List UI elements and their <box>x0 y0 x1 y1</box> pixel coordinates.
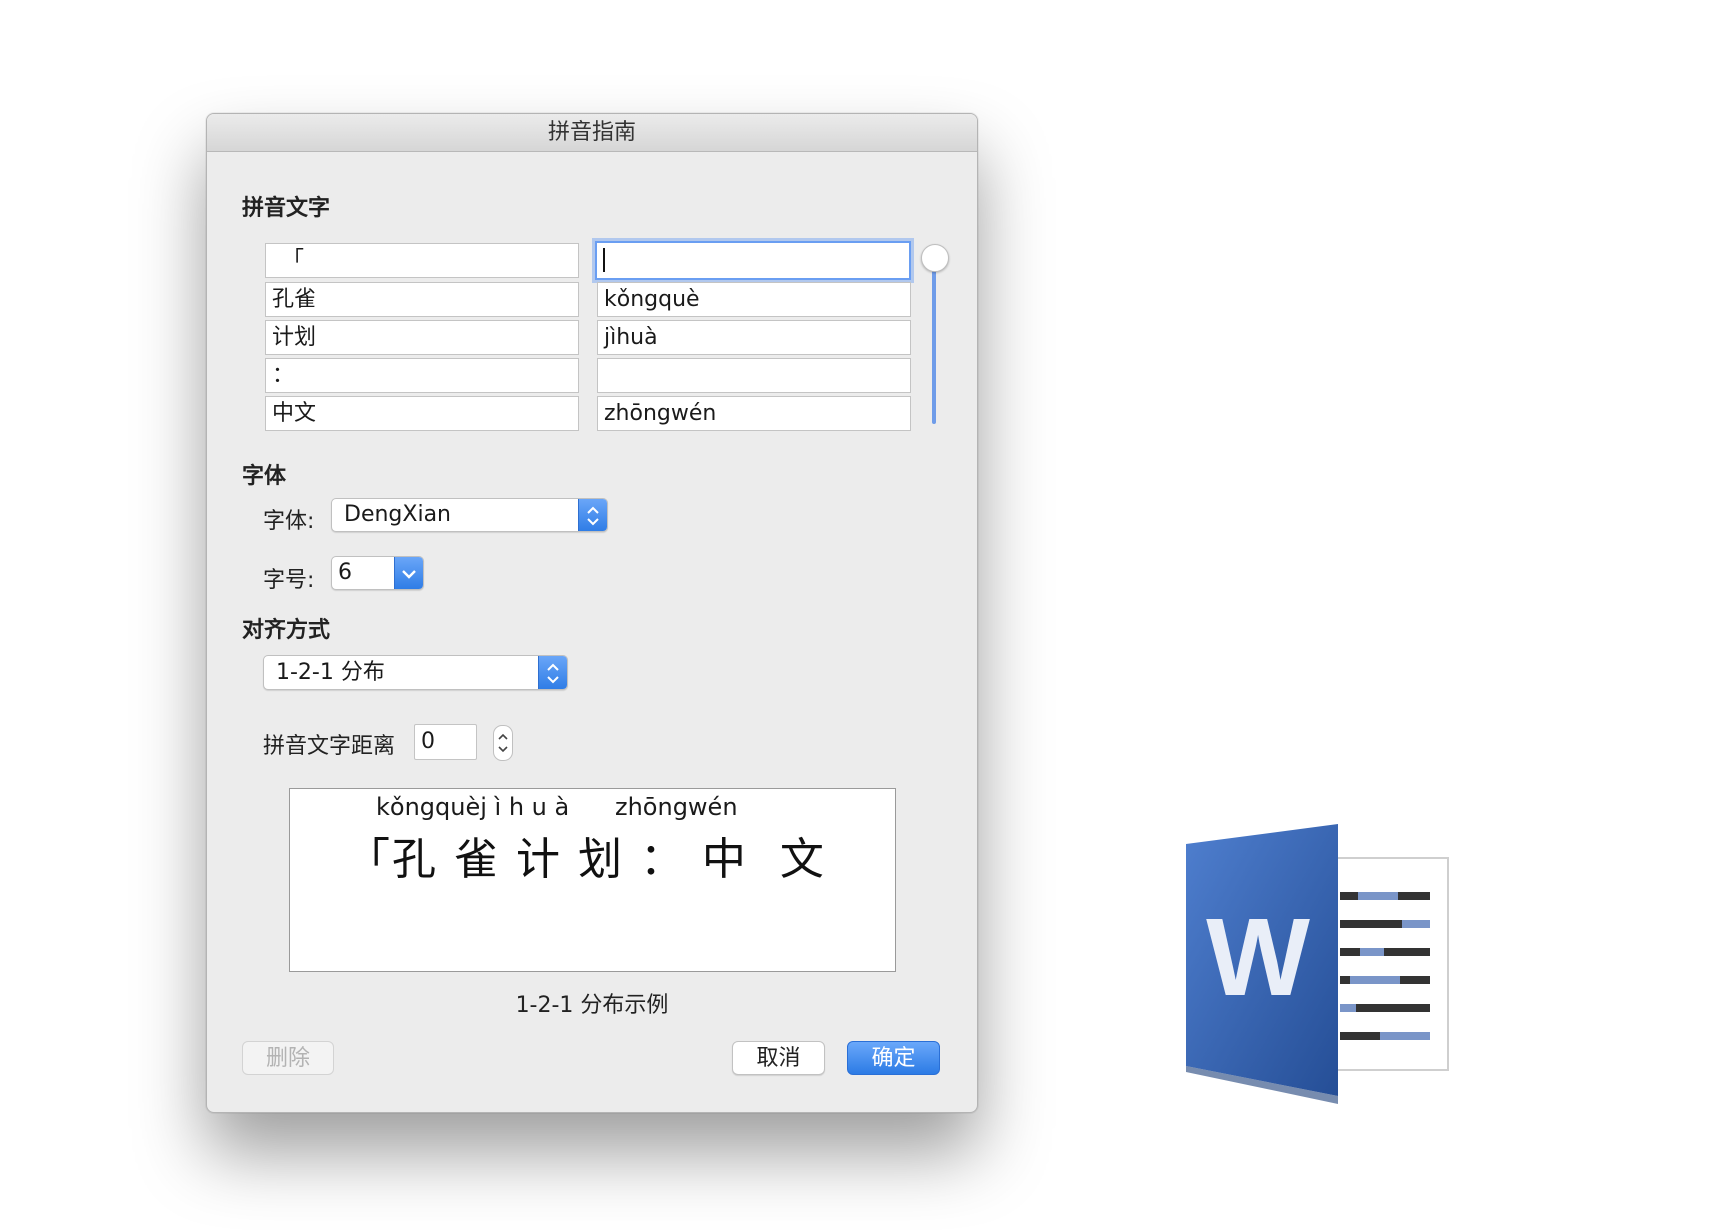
offset-input[interactable]: 0 <box>414 724 477 760</box>
size-label: 字号: <box>263 568 315 593</box>
phonetic-guide-dialog: 拼音指南 拼音文字 「 孔雀 kǒngquè 计划 jìhuà ： 中文 zhō… <box>206 113 978 1113</box>
font-section-title: 字体 <box>242 464 287 489</box>
offset-value: 0 <box>421 729 435 754</box>
updown-chevron-icon <box>578 499 607 531</box>
cancel-button[interactable]: 取消 <box>732 1041 825 1075</box>
base-text-1: 「 <box>282 248 305 273</box>
base-text-2: 孔雀 <box>272 287 317 312</box>
font-select[interactable]: DengXian <box>331 498 608 532</box>
align-section-title: 对齐方式 <box>242 618 331 643</box>
ok-button[interactable]: 确定 <box>847 1041 940 1075</box>
chevron-down-icon[interactable] <box>394 557 423 589</box>
updown-chevron-icon <box>538 656 567 689</box>
ruby-text-3: jìhuà <box>604 325 658 350</box>
scroll-knob[interactable] <box>921 244 949 272</box>
pinyin-section-title: 拼音文字 <box>242 196 331 221</box>
delete-button[interactable]: 删除 <box>242 1041 334 1075</box>
base-text-3: 计划 <box>272 325 317 350</box>
ruby-text-cell-1[interactable] <box>595 241 911 280</box>
base-text-cell-5[interactable]: 中文 <box>265 396 579 431</box>
microsoft-word-icon: W <box>1180 820 1460 1110</box>
ruby-text-cell-3[interactable]: jìhuà <box>597 320 911 355</box>
offset-label: 拼音文字距离 <box>263 734 396 759</box>
size-combobox[interactable]: 6 <box>331 556 424 590</box>
alignment-select-value: 1-2-1 分布 <box>276 660 385 685</box>
base-text-4: ： <box>272 363 295 388</box>
text-caret <box>603 248 605 272</box>
offset-stepper[interactable] <box>493 725 513 761</box>
font-select-value: DengXian <box>344 502 451 527</box>
ruby-text-2: kǒngquè <box>604 287 700 312</box>
preview-caption: 1-2-1 分布示例 <box>515 993 669 1018</box>
ruby-text-cell-5[interactable]: zhōngwén <box>597 396 911 431</box>
base-text-cell-4[interactable]: ： <box>265 358 579 393</box>
base-text-5: 中文 <box>272 401 317 426</box>
ruby-text-5: zhōngwén <box>604 401 717 426</box>
stepper-arrows-icon <box>498 733 508 753</box>
size-value: 6 <box>338 560 352 585</box>
base-text-cell-1[interactable]: 「 <box>265 243 579 278</box>
alignment-select[interactable]: 1-2-1 分布 <box>263 655 568 690</box>
dialog-title: 拼音指南 <box>207 114 977 152</box>
svg-text:W: W <box>1206 896 1310 1019</box>
preview-ruby-line: kǒngquèj ì h u à zhōngwén <box>376 793 738 821</box>
ruby-text-cell-2[interactable]: kǒngquè <box>597 282 911 317</box>
preview-base-line: 「孔 雀 计 划 ： 中 文 <box>346 834 826 885</box>
preview-box: kǒngquèj ì h u à zhōngwén 「孔 雀 计 划 ： 中 文 <box>289 788 896 972</box>
base-text-cell-2[interactable]: 孔雀 <box>265 282 579 317</box>
font-label: 字体: <box>263 509 315 534</box>
ruby-text-cell-4[interactable] <box>597 358 911 393</box>
rows-scrollbar[interactable] <box>932 252 936 424</box>
base-text-cell-3[interactable]: 计划 <box>265 320 579 355</box>
